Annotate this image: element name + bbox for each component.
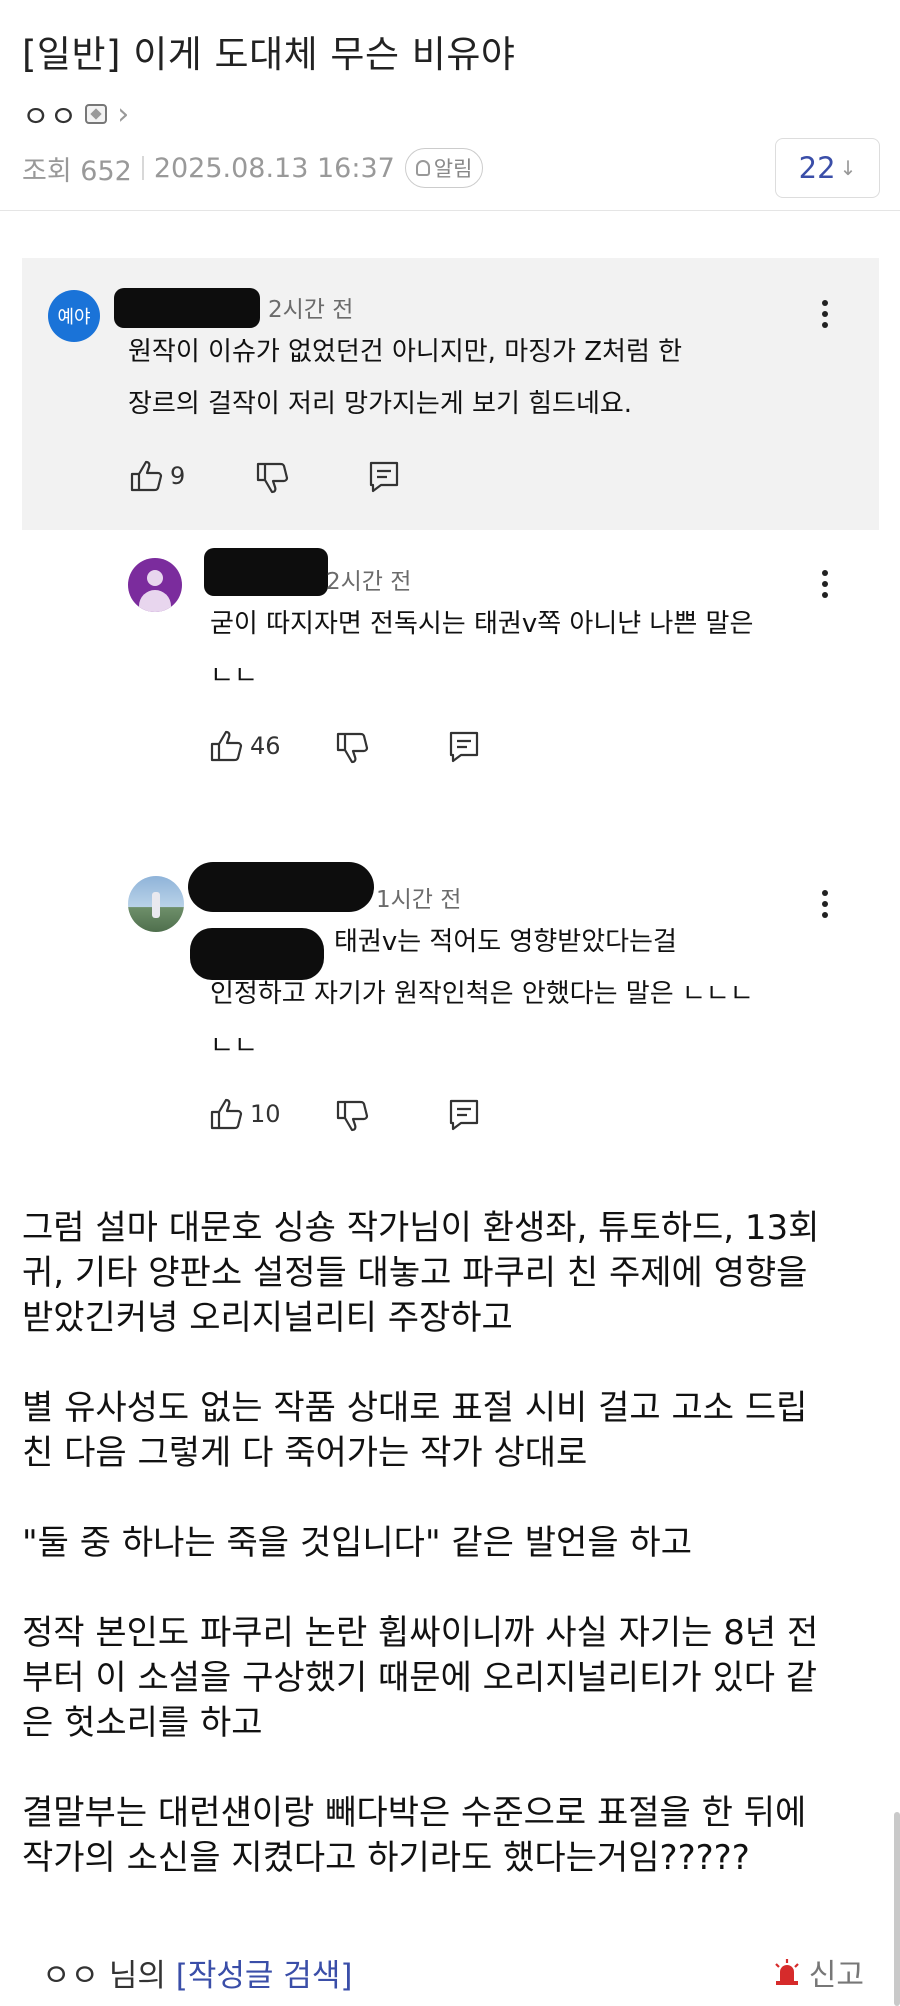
chevron-right-icon[interactable]: › bbox=[117, 97, 129, 132]
avatar bbox=[128, 876, 184, 932]
comment-text-line: 원작이 이슈가 없었던건 아니지만, 마징가 Z처럼 한 bbox=[128, 337, 683, 367]
redacted-username bbox=[188, 862, 374, 912]
notify-button[interactable]: 알림 bbox=[404, 148, 484, 188]
more-options-icon bbox=[822, 890, 828, 918]
comment-count-button[interactable]: 22 ↓ bbox=[775, 138, 880, 198]
like-count: 10 bbox=[250, 1100, 281, 1128]
author-search-row: ㅇㅇ 님의 [작성글 검색] bbox=[42, 1950, 352, 1995]
author-row[interactable]: ㅇㅇ › bbox=[22, 92, 129, 136]
body-paragraph: 그럼 설마 대문호 싱숑 작가님이 환생좌, 튜토하드, 13회 귀, 기타 양… bbox=[22, 1208, 820, 1338]
comment-time: 1시간 전 bbox=[376, 887, 462, 913]
bell-icon bbox=[415, 160, 430, 176]
avatar-text: 예야 bbox=[57, 307, 91, 328]
thumbs-up-icon bbox=[210, 1098, 243, 1130]
comment-text-line: 태권v는 적어도 영향받았다는걸 bbox=[334, 927, 677, 957]
thumbs-down-icon bbox=[336, 732, 369, 764]
thumbs-up-icon bbox=[130, 460, 163, 492]
comment-count: 22 bbox=[798, 151, 836, 185]
member-badge-icon bbox=[85, 104, 108, 124]
footer-suffix: 님의 bbox=[99, 1958, 176, 1994]
like-action: 10 bbox=[210, 1098, 281, 1130]
author-posts-search-link[interactable]: [작성글 검색] bbox=[176, 1958, 353, 1994]
body-paragraph: "둘 중 하나는 죽을 것입니다" 같은 발언을 하고 bbox=[22, 1523, 692, 1563]
body-paragraph: 정작 본인도 파쿠리 논란 휩싸이니까 사실 자기는 8년 전 부터 이 소설을… bbox=[22, 1613, 819, 1743]
comment-time: 2시간 전 bbox=[326, 569, 412, 595]
post-title: [일반] 이게 도대체 무슨 비유야 bbox=[22, 33, 516, 76]
reply-icon bbox=[449, 731, 479, 763]
like-action: 46 bbox=[210, 730, 281, 762]
meta-divider bbox=[141, 156, 144, 180]
more-options-icon bbox=[822, 570, 828, 598]
comment-text-line: 장르의 걸작이 저리 망가지는게 보기 힘드네요. bbox=[128, 389, 633, 419]
more-options-icon bbox=[822, 300, 828, 328]
comment-time: 2시간 전 bbox=[268, 297, 354, 323]
thumbs-up-icon bbox=[210, 730, 243, 762]
report-label: 신고 bbox=[808, 1958, 864, 1993]
comment-text-line: ㄴㄴ bbox=[210, 1031, 258, 1061]
notify-label: 알림 bbox=[433, 157, 473, 181]
comment-text-line: 인정하고 자기가 원작인척은 안했다는 말은 ㄴㄴㄴ bbox=[210, 979, 754, 1009]
arrow-down-icon: ↓ bbox=[839, 156, 857, 180]
post-body: 그럼 설마 대문호 싱숑 작가님이 환생좌, 튜토하드, 13회 귀, 기타 양… bbox=[22, 1206, 882, 1926]
like-count: 9 bbox=[170, 462, 186, 490]
reply-icon bbox=[369, 461, 399, 493]
redacted-username bbox=[204, 548, 328, 596]
like-action: 9 bbox=[130, 460, 185, 492]
avatar bbox=[128, 558, 182, 612]
scrollbar[interactable] bbox=[894, 1812, 900, 2006]
comment-text-line: ㄴㄴ bbox=[210, 661, 258, 691]
siren-icon bbox=[775, 1959, 799, 1985]
post-datetime: 2025.08.13 16:37 bbox=[153, 152, 395, 184]
view-count: 조회 652 bbox=[22, 155, 132, 187]
report-button[interactable]: 신고 bbox=[773, 1950, 864, 1994]
avatar: 예야 bbox=[48, 290, 100, 342]
body-paragraph: 별 유사성도 없는 작품 상대로 표절 시비 걸고 고소 드립 친 다음 그렇게… bbox=[22, 1388, 808, 1473]
redacted-username bbox=[114, 288, 260, 328]
header-divider bbox=[0, 210, 900, 211]
thumbs-down-icon bbox=[256, 462, 289, 494]
thumbs-down-icon bbox=[336, 1100, 369, 1132]
body-paragraph: 결말부는 대런섄이랑 빼다박은 수준으로 표절을 한 뒤에 작가의 소신을 지켰… bbox=[22, 1793, 807, 1878]
author-name[interactable]: ㅇㅇ bbox=[22, 92, 77, 136]
reply-icon bbox=[449, 1099, 479, 1131]
comment-text-line: 굳이 따지자면 전독시는 태권v쪽 아니냔 나쁜 말은 bbox=[210, 609, 754, 639]
post-meta: 조회 652 2025.08.13 16:37 알림 bbox=[22, 148, 484, 188]
footer-author: ㅇㅇ bbox=[42, 1958, 100, 1994]
like-count: 46 bbox=[250, 732, 281, 760]
